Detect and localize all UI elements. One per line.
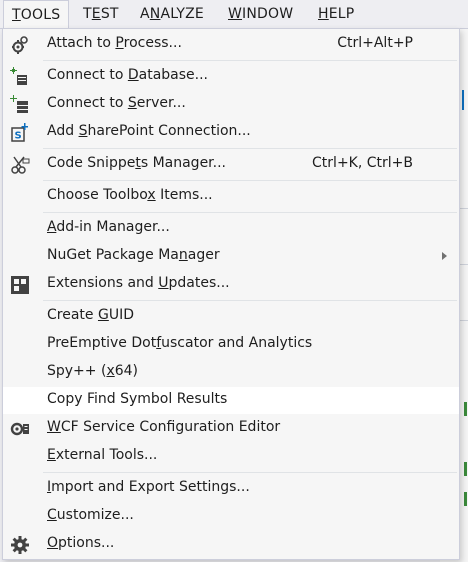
menu-item-label: Spy++ (x64) xyxy=(47,363,139,379)
menu-item-copy-find-symbol-results[interactable]: Copy Find Symbol Results xyxy=(3,387,459,414)
menu-item-add-sharepoint-connection[interactable]: S Add SharePoint Connection... xyxy=(3,119,459,146)
menu-item-connect-to-server[interactable]: Connect to Server... xyxy=(3,91,459,118)
sharepoint-icon: S xyxy=(9,122,31,144)
menu-item-label: Choose Toolbox Items... xyxy=(47,187,213,203)
menu-item-connect-to-database[interactable]: Connect to Database... xyxy=(3,63,459,90)
menu-item-options[interactable]: Options... xyxy=(3,531,459,558)
menu-item-attach-to-process[interactable]: Attach to Process... Ctrl+Alt+P xyxy=(3,31,459,58)
menu-separator xyxy=(43,212,457,213)
menu-item-choose-toolbox-items[interactable]: Choose Toolbox Items... xyxy=(3,183,459,210)
tools-dropdown-menu: Attach to Process... Ctrl+Alt+P Connect … xyxy=(2,28,460,560)
menu-item-label: Add-in Manager... xyxy=(47,219,170,235)
menu-item-shortcut: Ctrl+Alt+P xyxy=(337,35,413,51)
menu-item-label: Copy Find Symbol Results xyxy=(47,391,228,407)
menu-separator xyxy=(43,300,457,301)
menu-item-create-guid[interactable]: Create GUID xyxy=(3,303,459,330)
extensions-icon xyxy=(9,274,31,296)
menu-separator xyxy=(43,148,457,149)
menu-item-code-snippets-manager[interactable]: Code Snippets Manager... Ctrl+K, Ctrl+B xyxy=(3,151,459,178)
menu-item-customize[interactable]: Customize... xyxy=(3,503,459,530)
menu-item-wcf-service-configuration-editor[interactable]: WCF Service Configuration Editor xyxy=(3,415,459,442)
menu-item-label: External Tools... xyxy=(47,447,158,463)
server-connect-icon xyxy=(9,94,31,116)
menu-item-preemptive-dotfuscator[interactable]: PreEmptive Dotfuscator and Analytics xyxy=(3,331,459,358)
menu-test[interactable]: TEST xyxy=(75,0,127,28)
menu-separator xyxy=(43,180,457,181)
menu-bar: TOOLS TEST ANALYZE WINDOW HELP xyxy=(0,0,468,29)
menu-item-shortcut: Ctrl+K, Ctrl+B xyxy=(312,155,413,171)
menu-item-add-in-manager[interactable]: Add-in Manager... xyxy=(3,215,459,242)
menu-item-label: Add SharePoint Connection... xyxy=(47,123,251,139)
menu-window[interactable]: WINDOW xyxy=(220,0,301,28)
submenu-arrow-icon xyxy=(442,252,447,260)
menu-item-label: Customize... xyxy=(47,507,134,523)
menu-item-import-export-settings[interactable]: Import and Export Settings... xyxy=(3,475,459,502)
menu-help[interactable]: HELP xyxy=(310,0,362,28)
gear-attach-icon xyxy=(9,34,31,56)
database-connect-icon xyxy=(9,66,31,88)
menu-item-label: PreEmptive Dotfuscator and Analytics xyxy=(47,335,313,351)
wcf-config-icon xyxy=(9,418,31,440)
menu-item-label: Extensions and Updates... xyxy=(47,275,230,291)
menu-item-label: NuGet Package Manager xyxy=(47,247,220,263)
menu-item-label: Code Snippets Manager... xyxy=(47,155,227,171)
menu-item-extensions-and-updates[interactable]: Extensions and Updates... xyxy=(3,271,459,298)
snippets-icon xyxy=(9,154,31,176)
options-gear-icon xyxy=(9,534,31,556)
menu-item-label: WCF Service Configuration Editor xyxy=(47,419,281,435)
menu-item-label: Options... xyxy=(47,535,115,551)
svg-text:S: S xyxy=(15,131,22,142)
menu-item-nuget-package-manager[interactable]: NuGet Package Manager xyxy=(3,243,459,270)
menu-tools[interactable]: TOOLS xyxy=(3,0,70,29)
menu-separator xyxy=(43,60,457,61)
menu-item-spy-plus-plus[interactable]: Spy++ (x64) xyxy=(3,359,459,386)
menu-item-label: Attach to Process... xyxy=(47,35,182,51)
menu-item-label: Import and Export Settings... xyxy=(47,479,250,495)
menu-analyze[interactable]: ANALYZE xyxy=(132,0,212,28)
menu-item-label: Connect to Server... xyxy=(47,95,186,111)
menu-item-label: Connect to Database... xyxy=(47,67,208,83)
menu-item-external-tools[interactable]: External Tools... xyxy=(3,443,459,470)
menu-separator xyxy=(43,472,457,473)
menu-item-label: Create GUID xyxy=(47,307,134,323)
